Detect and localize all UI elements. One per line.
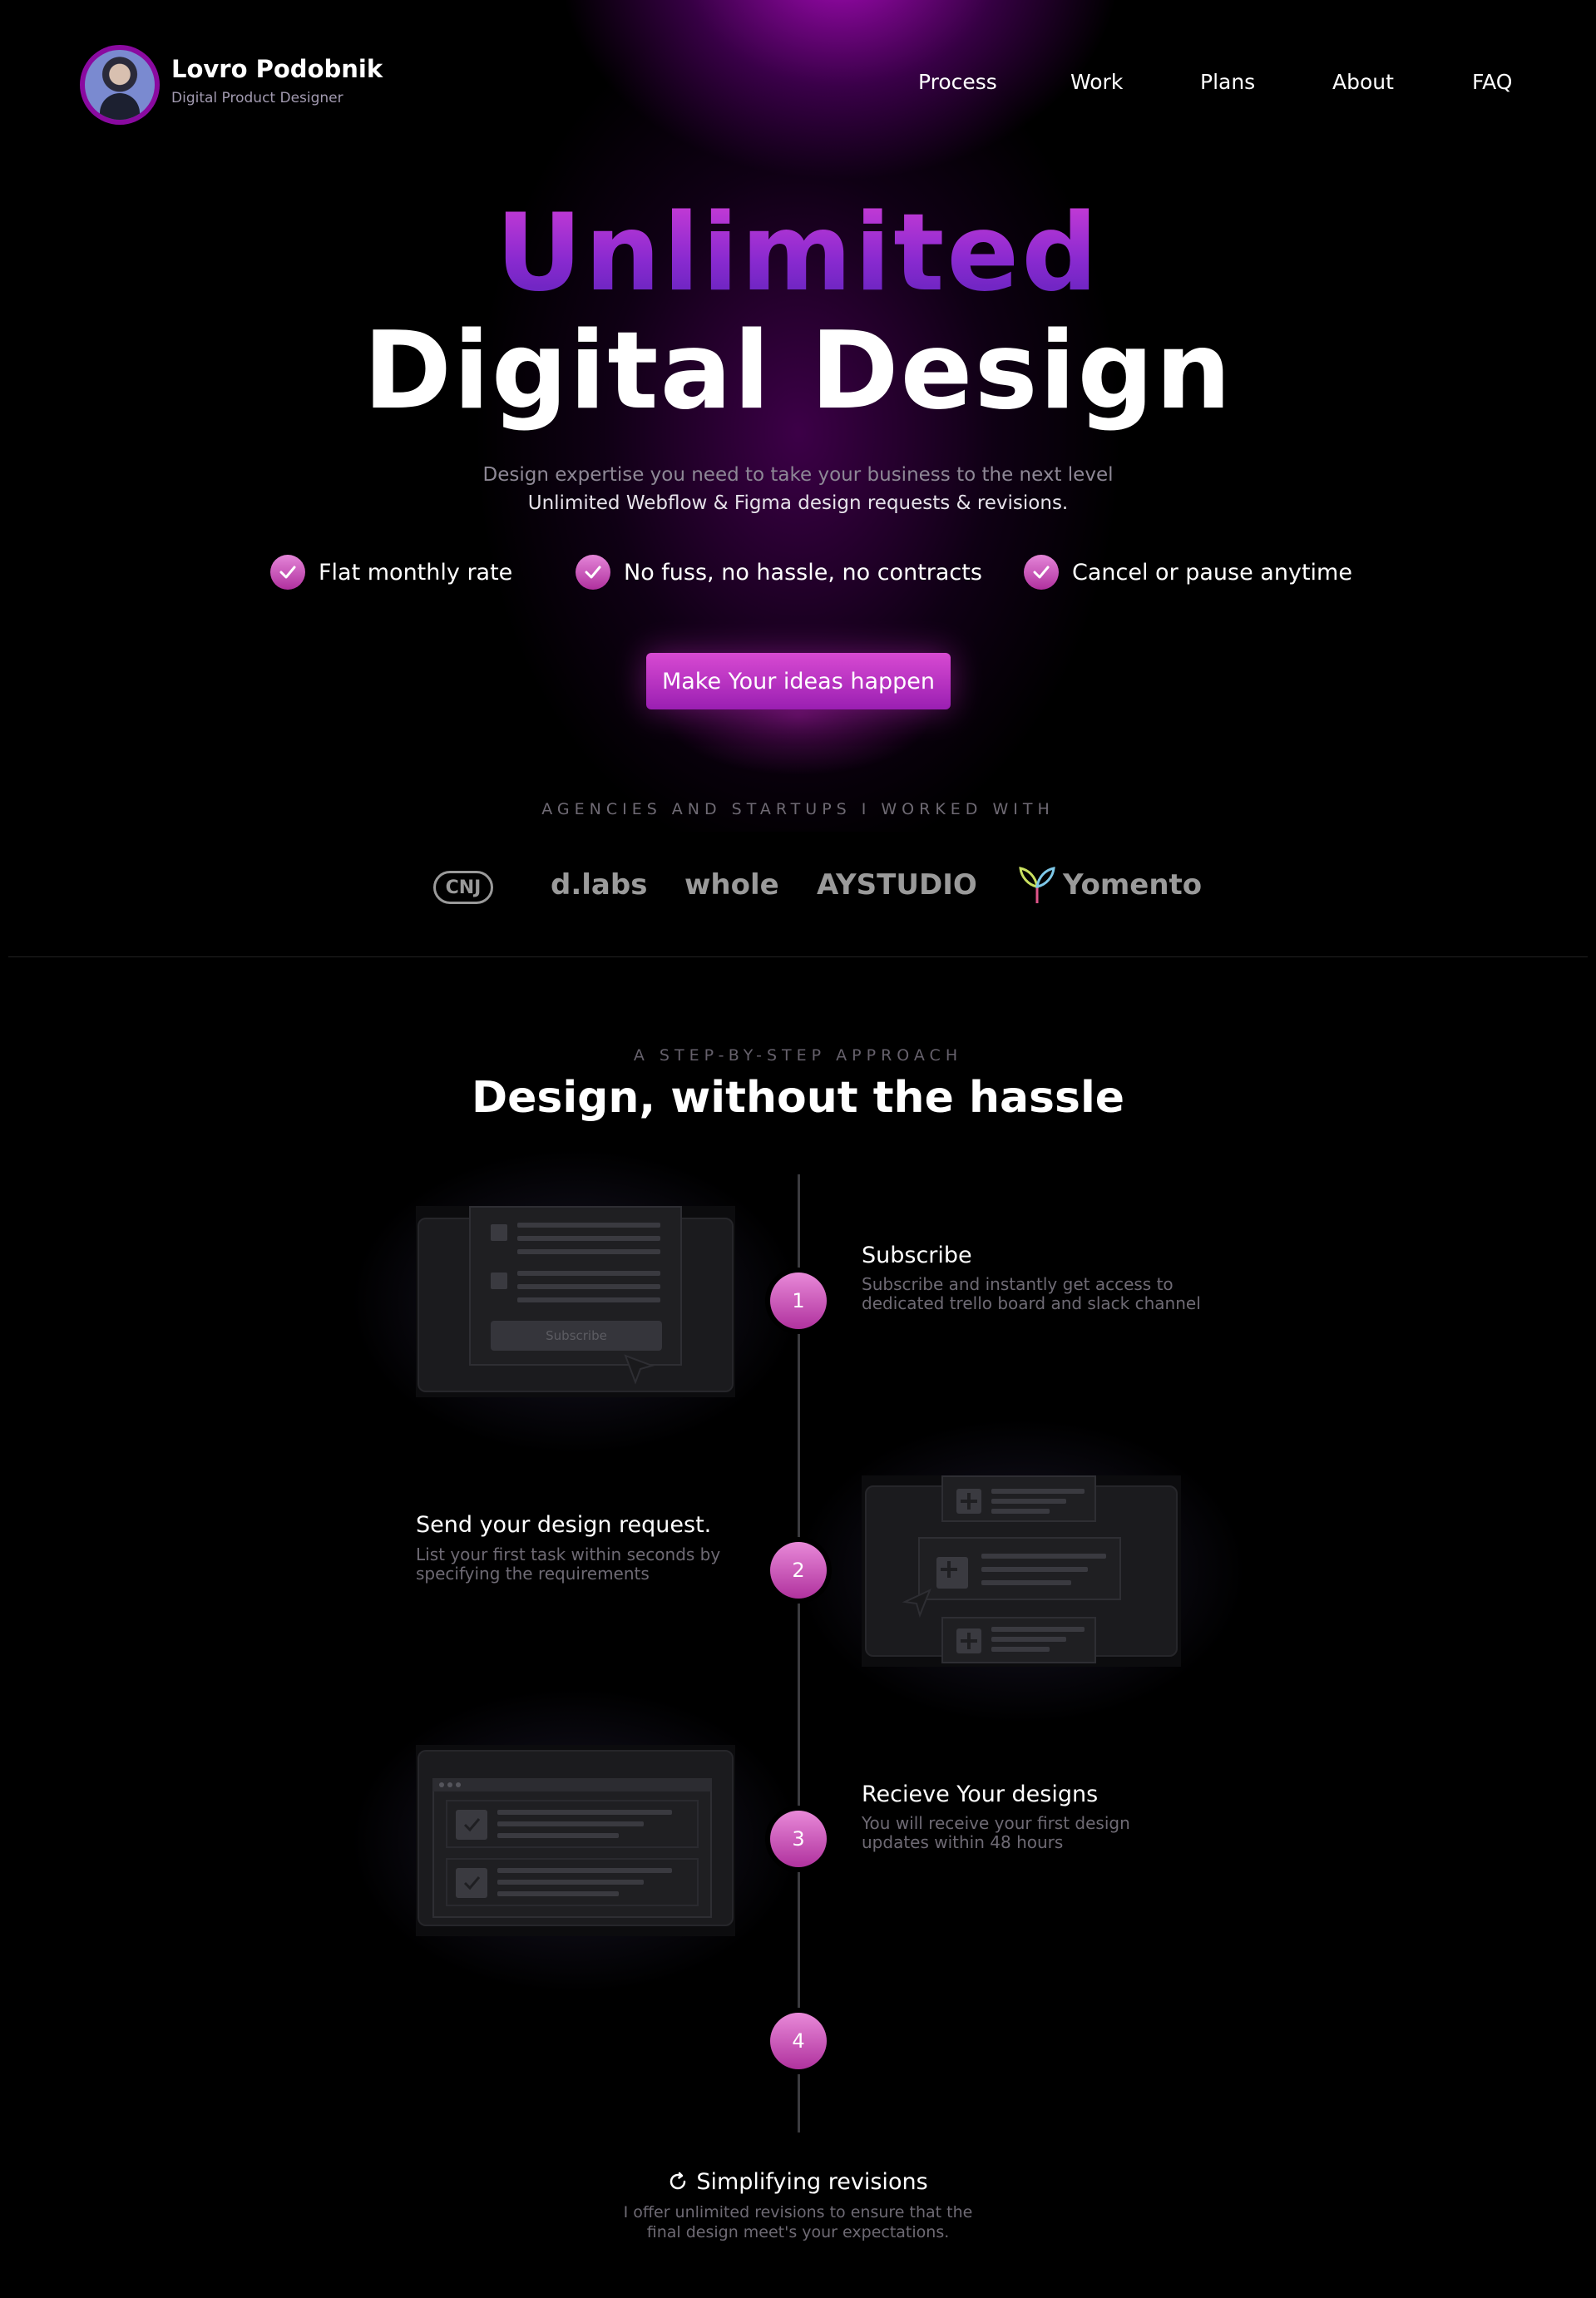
subscribe-mock-button: Subscribe <box>491 1321 662 1351</box>
text-line <box>517 1271 660 1276</box>
checkbox-icon <box>491 1224 507 1241</box>
nav-work[interactable]: Work <box>1070 70 1123 94</box>
check-box-icon <box>456 1868 487 1898</box>
text-line <box>517 1249 660 1254</box>
text-line <box>991 1627 1085 1632</box>
text-line <box>517 1297 660 1302</box>
revisions-title: Simplifying revisions <box>696 2169 928 2195</box>
brand-name[interactable]: Lovro Podobnik <box>171 55 383 83</box>
nav-faq[interactable]: FAQ <box>1472 70 1512 94</box>
text-line <box>497 1821 644 1826</box>
cta-button[interactable]: Make Your ideas happen <box>646 653 951 709</box>
process-title: Design, without the hassle <box>471 1073 1125 1123</box>
logo-yomento: Yomento <box>1018 865 1202 905</box>
task-card <box>918 1537 1121 1600</box>
hero-title-accent: Unlimited <box>0 191 1596 315</box>
brand-subtitle: Digital Product Designer <box>171 90 343 106</box>
nav-process[interactable]: Process <box>918 70 997 94</box>
step-4-badge: 4 <box>770 2013 827 2069</box>
request-illustration <box>862 1475 1181 1667</box>
logo-cnj: CNJ <box>433 871 493 904</box>
text-line <box>981 1580 1071 1585</box>
sprout-icon <box>1019 867 1055 903</box>
cursor-icon <box>902 1589 931 1618</box>
logo-aystudio: AYSTUDIO <box>817 868 977 902</box>
text-line <box>517 1236 660 1241</box>
design-item <box>446 1858 699 1906</box>
feature-label: No fuss, no hassle, no contracts <box>624 559 982 586</box>
logo-dlabs: d.labs <box>551 868 648 902</box>
designs-illustration <box>416 1745 735 1936</box>
feature-label: Flat monthly rate <box>319 559 513 586</box>
nav-plans[interactable]: Plans <box>1200 70 1255 94</box>
feature-label: Cancel or pause anytime <box>1072 559 1352 586</box>
refresh-icon <box>670 2172 686 2190</box>
text-line <box>497 1833 619 1838</box>
feature-cancel: Cancel or pause anytime <box>1024 554 1352 591</box>
text-line <box>991 1637 1066 1642</box>
step-1-title: Subscribe <box>862 1243 972 1268</box>
revisions-desc-line-2: final design meet's your expectations. <box>646 2223 950 2241</box>
agencies-heading: AGENCIES AND STARTUPS I WORKED WITH <box>541 800 1055 818</box>
text-line <box>517 1223 660 1228</box>
text-line <box>981 1567 1088 1572</box>
section-divider <box>8 956 1588 957</box>
step-3-title: Recieve Your designs <box>862 1782 1099 1807</box>
task-card <box>941 1475 1096 1522</box>
check-box-icon <box>456 1810 487 1840</box>
feature-flat-rate: Flat monthly rate <box>270 554 512 591</box>
text-line <box>991 1509 1050 1514</box>
form-sheet: Subscribe <box>469 1206 682 1366</box>
text-line <box>991 1499 1066 1504</box>
logo-yomento-label: Yomento <box>1063 868 1203 902</box>
plus-icon <box>956 1489 981 1514</box>
step-1-desc: Subscribe and instantly get access to de… <box>862 1274 1201 1313</box>
browser-bar <box>432 1778 712 1791</box>
text-line <box>497 1868 672 1873</box>
step-3-badge: 3 <box>770 1811 827 1867</box>
revisions-heading: Simplifying revisions <box>0 2169 1596 2195</box>
site-header: Lovro Podobnik Digital Product Designer … <box>0 0 1596 166</box>
text-line <box>981 1554 1106 1559</box>
design-item <box>446 1800 699 1848</box>
avatar-photo <box>85 50 155 120</box>
text-line <box>497 1891 619 1896</box>
checkbox-icon <box>491 1273 507 1289</box>
plus-icon <box>956 1628 981 1653</box>
browser-window <box>432 1791 712 1918</box>
step-2-desc: List your first task within seconds by s… <box>416 1544 721 1584</box>
process-eyebrow: A STEP-BY-STEP APPROACH <box>633 1046 963 1065</box>
text-line <box>991 1647 1050 1652</box>
hero-subtitle-2: Unlimited Webflow & Figma design request… <box>527 492 1069 514</box>
step-3-desc: You will receive your first design updat… <box>862 1813 1130 1852</box>
text-line <box>991 1489 1085 1494</box>
step-2-badge: 2 <box>770 1542 827 1599</box>
text-line <box>497 1880 644 1885</box>
task-card <box>941 1617 1096 1663</box>
text-line <box>517 1284 660 1289</box>
check-icon <box>576 555 610 590</box>
feature-no-contracts: No fuss, no hassle, no contracts <box>576 554 982 591</box>
check-icon <box>1024 555 1059 590</box>
step-1-badge: 1 <box>770 1273 827 1329</box>
revisions-desc: I offer unlimited revisions to ensure th… <box>0 2202 1596 2242</box>
avatar[interactable] <box>80 45 160 125</box>
check-icon <box>270 555 305 590</box>
step-2-title: Send your design request. <box>416 1512 712 1538</box>
hero-subtitle: Design expertise you need to take your b… <box>482 464 1114 486</box>
revisions-desc-line-1: I offer unlimited revisions to ensure th… <box>623 2203 973 2221</box>
text-line <box>497 1810 672 1815</box>
logo-whole: whole <box>684 868 779 902</box>
plus-icon <box>936 1557 968 1589</box>
nav-about[interactable]: About <box>1332 70 1394 94</box>
cursor-icon <box>624 1354 655 1385</box>
subscribe-illustration: Subscribe <box>416 1206 735 1397</box>
hero-title: Digital Design <box>363 309 1233 433</box>
